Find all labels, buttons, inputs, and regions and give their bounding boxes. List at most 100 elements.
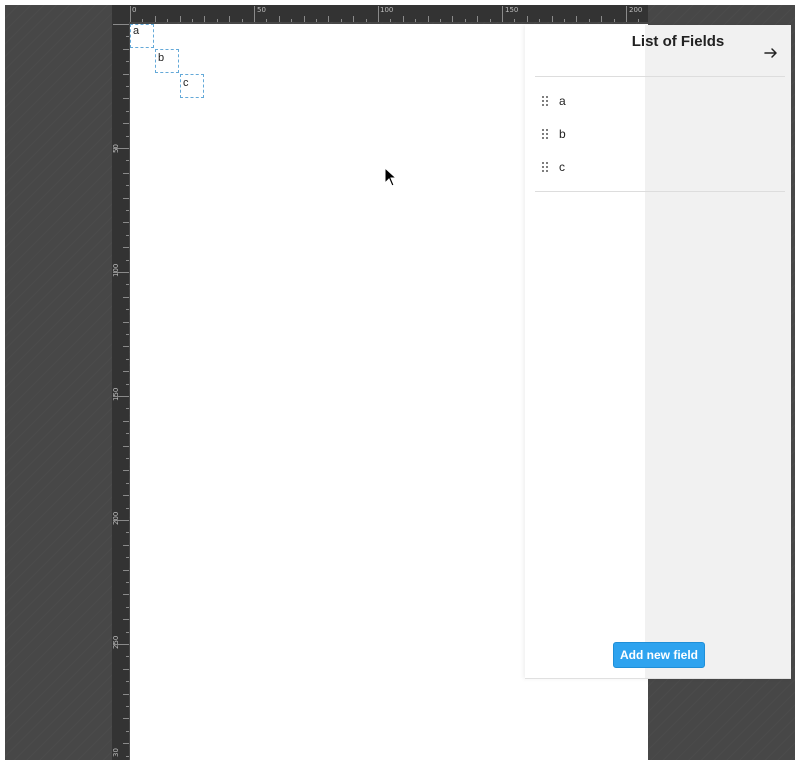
- field-list-item-b[interactable]: b: [535, 122, 775, 146]
- ruler-label-0: 0: [132, 6, 137, 14]
- ruler-tick: [390, 19, 392, 22]
- field-box-a[interactable]: a: [130, 24, 154, 48]
- ruler-tick: [123, 445, 129, 447]
- ruler-tick: [123, 73, 129, 75]
- ruler-tick: [126, 185, 129, 187]
- horizontal-ruler: 0 50 100 150 200: [129, 5, 648, 22]
- ruler-tick: [126, 334, 129, 335]
- ruler-tick: [126, 706, 129, 707]
- ruler-tick: [126, 631, 129, 633]
- vertical-ruler: 50 100 150 200 250 30: [112, 22, 129, 760]
- ruler-tick: [123, 495, 129, 497]
- ruler-tick: [365, 19, 367, 22]
- ruler-tick: [126, 86, 129, 87]
- drag-handle-icon[interactable]: [535, 94, 555, 108]
- ruler-tick: [126, 36, 129, 38]
- ruler-tick: [303, 16, 305, 22]
- ruler-tick: [126, 557, 129, 559]
- ruler-tick: [123, 470, 129, 472]
- ruler-tick: [204, 16, 206, 22]
- field-box-label: c: [183, 77, 189, 89]
- field-box-label: a: [133, 25, 140, 37]
- panel-divider-top: [535, 76, 785, 77]
- ruler-tick: [113, 24, 129, 25]
- ruler-tick: [126, 507, 129, 509]
- ruler-tick: [126, 408, 129, 410]
- ruler-tick: [113, 644, 129, 645]
- ruler-tick: [123, 346, 129, 348]
- ruler-tick: [123, 48, 129, 50]
- ruler-tick: [126, 284, 129, 286]
- ruler-tick: [113, 148, 129, 149]
- ruler-tick: [316, 19, 317, 22]
- ruler-label-v200: 200: [112, 511, 120, 525]
- ruler-tick: [526, 16, 528, 22]
- field-box-c[interactable]: c: [180, 74, 204, 98]
- panel-bottom-border: [525, 678, 791, 679]
- ruler-tick: [123, 197, 129, 199]
- ruler-tick: [126, 160, 129, 162]
- ruler-tick: [126, 433, 129, 435]
- ruler-tick: [126, 582, 129, 583]
- ruler-tick: [254, 6, 255, 22]
- field-box-label: b: [158, 52, 165, 64]
- field-list-label: c: [559, 160, 565, 174]
- ruler-tick: [241, 19, 243, 22]
- ruler-tick: [113, 396, 129, 397]
- ruler-tick: [126, 606, 129, 608]
- ruler-tick: [142, 19, 144, 22]
- ruler-tick: [266, 19, 268, 22]
- ruler-label-100: 100: [380, 6, 394, 14]
- fields-panel: List of Fields a b c Add new field: [525, 25, 791, 679]
- ruler-tick: [126, 210, 129, 211]
- ruler-tick: [489, 19, 491, 22]
- ruler-tick: [126, 309, 129, 311]
- ruler-label-v150: 150: [112, 387, 120, 401]
- ruler-tick: [123, 98, 129, 100]
- field-list-item-c[interactable]: c: [535, 155, 775, 179]
- ruler-tick: [440, 19, 441, 22]
- ruler-tick: [123, 247, 129, 249]
- mouse-cursor-icon: [384, 167, 398, 187]
- arrow-right-icon[interactable]: [763, 45, 779, 61]
- ruler-label-v300: 30: [112, 748, 120, 757]
- ruler-tick: [123, 321, 129, 323]
- ruler-label-v250: 250: [112, 635, 120, 649]
- ruler-tick: [328, 16, 330, 22]
- ruler-tick: [278, 16, 280, 22]
- ruler-tick: [179, 16, 181, 22]
- ruler-tick: [123, 296, 129, 298]
- ruler-tick: [340, 19, 342, 22]
- ruler-tick: [123, 544, 129, 546]
- ruler-tick: [126, 458, 129, 459]
- ruler-tick: [216, 19, 218, 22]
- ruler-tick: [229, 16, 231, 22]
- ruler-tick: [126, 532, 129, 534]
- ruler-tick: [126, 234, 129, 236]
- ruler-tick: [477, 16, 479, 22]
- field-list-item-a[interactable]: a: [535, 89, 775, 113]
- panel-title: List of Fields: [631, 33, 725, 50]
- ruler-tick: [126, 383, 129, 385]
- ruler-tick: [464, 19, 466, 22]
- ruler-label-150: 150: [505, 6, 519, 14]
- field-box-b[interactable]: b: [155, 49, 179, 73]
- ruler-tick: [123, 743, 129, 745]
- ruler-tick: [126, 730, 129, 732]
- field-list-label: b: [559, 127, 566, 141]
- ruler-tick: [126, 358, 129, 360]
- ruler-tick: [123, 718, 129, 720]
- ruler-label-200: 200: [629, 6, 643, 14]
- add-new-field-button[interactable]: Add new field: [613, 642, 705, 668]
- field-list-label: a: [559, 94, 566, 108]
- drag-handle-icon[interactable]: [535, 127, 555, 141]
- ruler-tick: [601, 16, 603, 22]
- ruler-tick: [452, 16, 454, 22]
- window-bottom-edge: [0, 760, 800, 767]
- ruler-tick: [378, 6, 379, 22]
- ruler-label-50: 50: [257, 6, 266, 14]
- ruler-tick: [126, 135, 129, 137]
- ruler-tick: [402, 16, 404, 22]
- drag-handle-icon[interactable]: [535, 160, 555, 174]
- ruler-tick: [588, 19, 590, 22]
